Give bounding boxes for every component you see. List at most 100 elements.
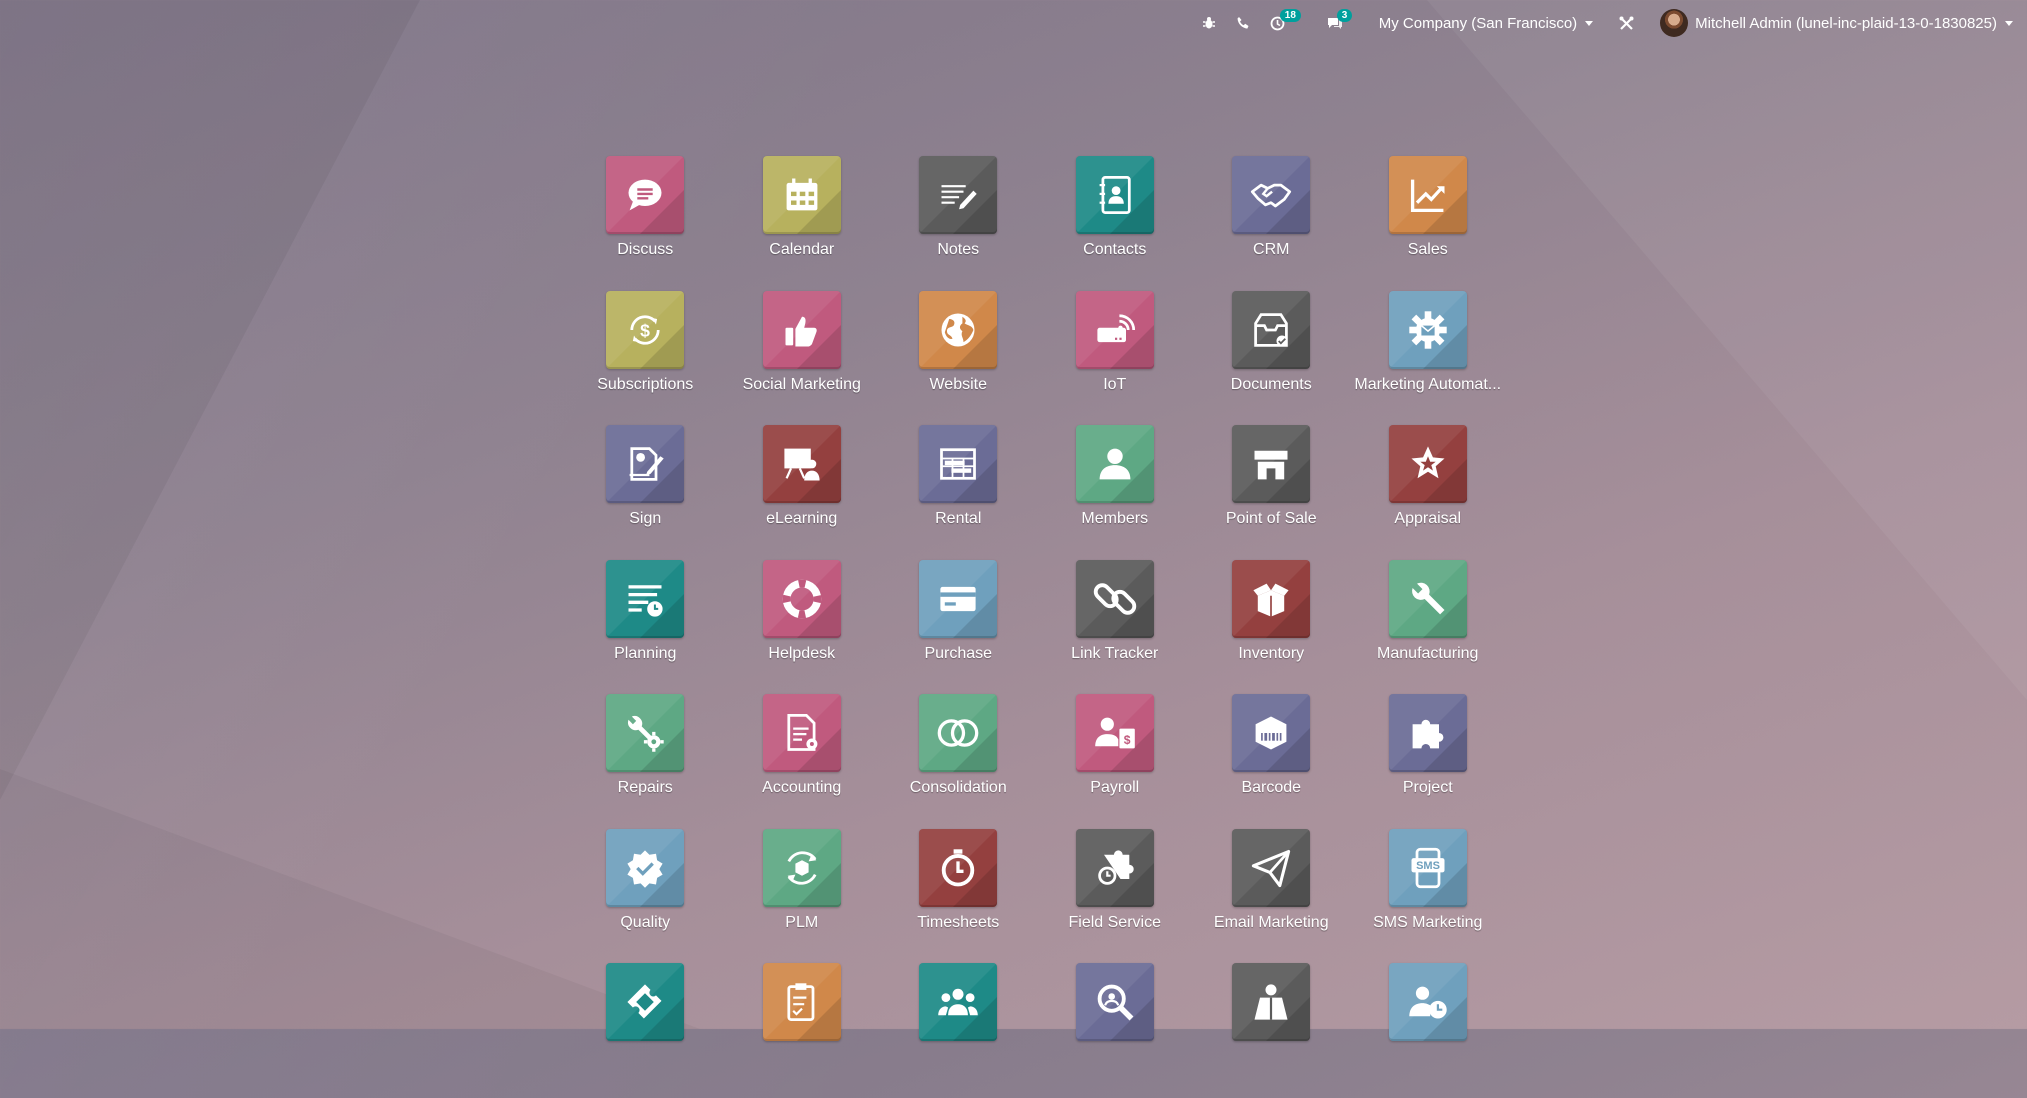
app-tile[interactable] (1388, 290, 1467, 369)
app-calendar[interactable]: Calendar (724, 156, 881, 291)
app-barcode[interactable]: Barcode (1193, 694, 1350, 829)
app-point-of-sale[interactable]: Point of Sale (1193, 425, 1350, 560)
app-tile[interactable] (762, 559, 841, 638)
app-tile[interactable]: $ (606, 290, 685, 369)
app-tile[interactable] (1075, 156, 1154, 234)
app-tile[interactable] (1232, 694, 1311, 772)
app-tile[interactable] (1232, 425, 1311, 503)
app-tile[interactable]: $ (1075, 694, 1154, 772)
messages-button[interactable]: 3 (1317, 0, 1369, 46)
app-accounting[interactable]: Accounting (724, 694, 881, 829)
app-tile[interactable] (1075, 425, 1154, 503)
app-tile[interactable] (606, 828, 685, 907)
app-tile[interactable] (919, 156, 998, 234)
app-tile[interactable] (606, 694, 685, 772)
app-subscriptions[interactable]: $ Subscriptions (567, 290, 724, 426)
app-survey-clipboard[interactable] (724, 963, 881, 1098)
app-person-clock[interactable] (1350, 963, 1507, 1098)
phone-button[interactable] (1226, 0, 1260, 46)
app-label: Discuss (617, 241, 674, 258)
app-tile[interactable] (919, 963, 998, 1041)
app-tile[interactable]: SMS (1388, 828, 1467, 907)
app-repairs[interactable]: Repairs (567, 694, 724, 829)
app-tile[interactable] (1075, 290, 1154, 369)
app-tile[interactable] (919, 425, 998, 503)
app-superhero[interactable] (1193, 963, 1350, 1098)
app-tile[interactable] (1388, 694, 1467, 772)
app-tile[interactable] (1232, 963, 1311, 1041)
app-helpdesk[interactable]: Helpdesk (724, 559, 881, 695)
app-tile[interactable] (762, 828, 841, 907)
app-crm[interactable]: CRM (1193, 156, 1350, 291)
app-team[interactable] (880, 963, 1037, 1098)
app-tile[interactable] (606, 425, 685, 503)
app-tile[interactable] (919, 828, 998, 907)
app-social-marketing[interactable]: Social Marketing (724, 290, 881, 426)
app-members[interactable]: Members (1037, 425, 1194, 560)
app-appraisal[interactable]: Appraisal (1350, 425, 1507, 560)
svg-text:SMS: SMS (1416, 860, 1440, 872)
app-elearning[interactable]: eLearning (724, 425, 881, 560)
app-sms-marketing[interactable]: SMS SMS Marketing (1350, 828, 1507, 964)
app-tile[interactable] (919, 694, 998, 772)
app-tile[interactable] (1388, 156, 1467, 234)
app-link-tracker[interactable]: Link Tracker (1037, 559, 1194, 695)
app-tile[interactable] (606, 559, 685, 638)
app-marketing-automat[interactable]: Marketing Automat... (1350, 290, 1507, 426)
iot-device-icon (1097, 313, 1135, 342)
app-notes[interactable]: Notes (880, 156, 1037, 291)
payroll-person-icon: $ (1094, 717, 1135, 749)
app-tile[interactable] (1075, 828, 1154, 907)
app-tile[interactable] (1232, 156, 1311, 234)
app-email-marketing[interactable]: Email Marketing (1193, 828, 1350, 964)
app-tile[interactable] (1075, 963, 1154, 1041)
app-planning[interactable]: Planning (567, 559, 724, 695)
app-contacts[interactable]: Contacts (1037, 156, 1194, 291)
app-tile[interactable] (1388, 559, 1467, 638)
app-quality[interactable]: Quality (567, 828, 724, 964)
app-tile[interactable] (606, 156, 685, 234)
app-field-service[interactable]: Field Service (1037, 828, 1194, 964)
app-documents[interactable]: Documents (1193, 290, 1350, 426)
app-website[interactable]: Website (880, 290, 1037, 426)
app-tile[interactable] (762, 425, 841, 503)
app-payroll[interactable]: $ Payroll (1037, 694, 1194, 829)
app-label: Purchase (924, 644, 993, 662)
app-tile[interactable] (1388, 963, 1467, 1041)
app-tile[interactable] (762, 290, 841, 369)
user-menu[interactable]: Mitchell Admin (lunel-inc-plaid-13-0-183… (1650, 0, 2027, 46)
app-tile[interactable] (762, 156, 841, 234)
app-label: Sales (1407, 241, 1448, 258)
app-iot[interactable]: IoT (1037, 290, 1194, 426)
address-book-icon (1099, 176, 1131, 214)
app-tile[interactable] (1075, 559, 1154, 638)
app-label: SMS Marketing (1373, 913, 1483, 931)
app-rental[interactable]: Rental (880, 425, 1037, 560)
app-ticket[interactable] (567, 963, 724, 1098)
app-inventory[interactable]: Inventory (1193, 559, 1350, 695)
app-tile[interactable] (1232, 559, 1311, 638)
app-plm[interactable]: PLM (724, 828, 881, 964)
app-tile[interactable] (919, 290, 998, 369)
app-tile[interactable] (1388, 425, 1467, 503)
tools-button[interactable] (1603, 0, 1650, 46)
app-tile[interactable] (606, 963, 685, 1041)
app-manufacturing[interactable]: Manufacturing (1350, 559, 1507, 695)
app-tile[interactable] (762, 963, 841, 1041)
app-project[interactable]: Project (1350, 694, 1507, 829)
debug-bug-button[interactable] (1192, 0, 1226, 46)
app-discuss[interactable]: Discuss (567, 156, 724, 291)
app-tile[interactable] (762, 694, 841, 772)
app-purchase[interactable]: Purchase (880, 559, 1037, 695)
app-sign[interactable]: Sign (567, 425, 724, 560)
app-sales[interactable]: Sales (1350, 156, 1507, 291)
app-consolidation[interactable]: Consolidation (880, 694, 1037, 829)
activities-button[interactable]: 18 (1260, 0, 1317, 46)
company-switcher[interactable]: My Company (San Francisco) (1369, 0, 1603, 46)
app-tile[interactable] (1232, 828, 1311, 907)
app-magnifier[interactable] (1037, 963, 1194, 1098)
app-timesheets[interactable]: Timesheets (880, 828, 1037, 964)
app-tile[interactable] (919, 559, 998, 638)
app-label: Link Tracker (1071, 644, 1159, 662)
app-tile[interactable] (1232, 290, 1311, 369)
